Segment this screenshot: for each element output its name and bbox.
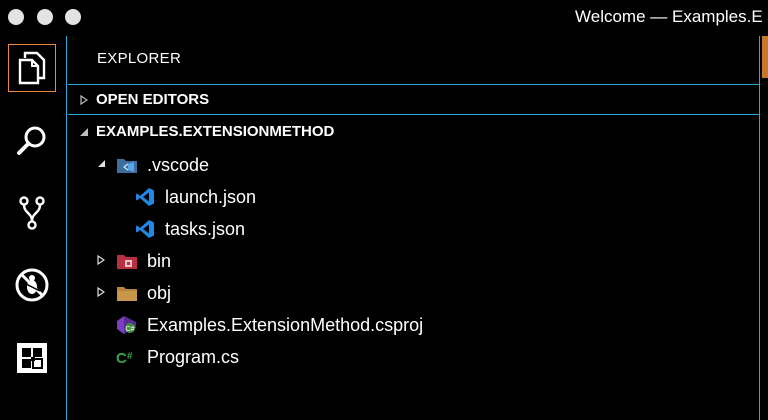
tree-item-program-cs[interactable]: C # Program.cs bbox=[116, 342, 239, 372]
close-window-button[interactable] bbox=[8, 9, 24, 25]
tree-item-label: tasks.json bbox=[165, 218, 246, 239]
files-icon bbox=[18, 51, 46, 85]
svg-text:C#: C# bbox=[126, 326, 135, 333]
chevron-right-icon bbox=[94, 254, 108, 268]
tree-item-label: Program.cs bbox=[147, 346, 240, 367]
maximize-window-button[interactable] bbox=[65, 9, 81, 25]
tree-item-csproj[interactable]: C# Examples.ExtensionMethod.csproj bbox=[116, 310, 423, 340]
project-section-header[interactable]: EXAMPLES.EXTENSIONMETHOD bbox=[68, 116, 760, 147]
chevron-down-icon bbox=[94, 159, 108, 171]
tree-item-obj-folder[interactable]: obj bbox=[94, 278, 171, 308]
activity-debug-button[interactable] bbox=[8, 261, 56, 309]
editor-tab-edge bbox=[762, 36, 768, 78]
folder-icon bbox=[116, 282, 138, 304]
vscode-file-icon bbox=[134, 186, 156, 208]
chevron-right-icon bbox=[78, 94, 90, 106]
sidebar-title: EXPLORER bbox=[97, 50, 182, 67]
tree-item-label: obj bbox=[147, 282, 172, 303]
tree-item-bin-folder[interactable]: bin bbox=[94, 246, 171, 276]
svg-text:C: C bbox=[116, 350, 127, 365]
activity-source-control-button[interactable] bbox=[8, 189, 56, 237]
extensions-icon bbox=[17, 343, 47, 373]
explorer-sidebar: EXPLORER OPEN EDITORS EXAMPLES.EXTENSION… bbox=[68, 36, 760, 420]
minimize-window-button[interactable] bbox=[37, 9, 53, 25]
sidebar-divider[interactable] bbox=[759, 36, 760, 420]
debug-icon bbox=[15, 268, 49, 302]
svg-text:#: # bbox=[127, 351, 133, 362]
title-bar: Welcome — Examples.E bbox=[0, 0, 768, 36]
activity-search-button[interactable] bbox=[8, 117, 56, 165]
tree-item-label: Examples.ExtensionMethod.csproj bbox=[147, 314, 424, 335]
tree-item-label: launch.json bbox=[165, 186, 257, 207]
open-editors-label: OPEN EDITORS bbox=[96, 91, 210, 108]
tree-item-label: bin bbox=[147, 250, 172, 271]
tree-item-launch-json[interactable]: launch.json bbox=[134, 182, 256, 212]
activity-bar bbox=[0, 36, 67, 420]
tree-item-vscode-folder[interactable]: .vscode bbox=[94, 150, 209, 180]
csharp-icon: C # bbox=[116, 346, 138, 368]
tree-item-tasks-json[interactable]: tasks.json bbox=[134, 214, 245, 244]
open-editors-section-header[interactable]: OPEN EDITORS bbox=[68, 84, 760, 115]
window-title: Welcome — Examples.E bbox=[575, 7, 763, 26]
search-icon bbox=[17, 126, 46, 155]
chevron-down-icon bbox=[78, 126, 90, 138]
vscode-file-icon bbox=[134, 218, 156, 240]
vscode-folder-icon bbox=[116, 154, 138, 176]
activity-explorer-button[interactable] bbox=[8, 44, 56, 92]
project-label: EXAMPLES.EXTENSIONMETHOD bbox=[96, 123, 335, 140]
source-control-icon bbox=[19, 196, 45, 230]
chevron-right-icon bbox=[94, 286, 108, 300]
bin-folder-icon bbox=[116, 250, 138, 272]
tree-item-label: .vscode bbox=[147, 154, 210, 175]
csproj-icon: C# bbox=[116, 314, 138, 336]
activity-extensions-button[interactable] bbox=[8, 334, 56, 382]
